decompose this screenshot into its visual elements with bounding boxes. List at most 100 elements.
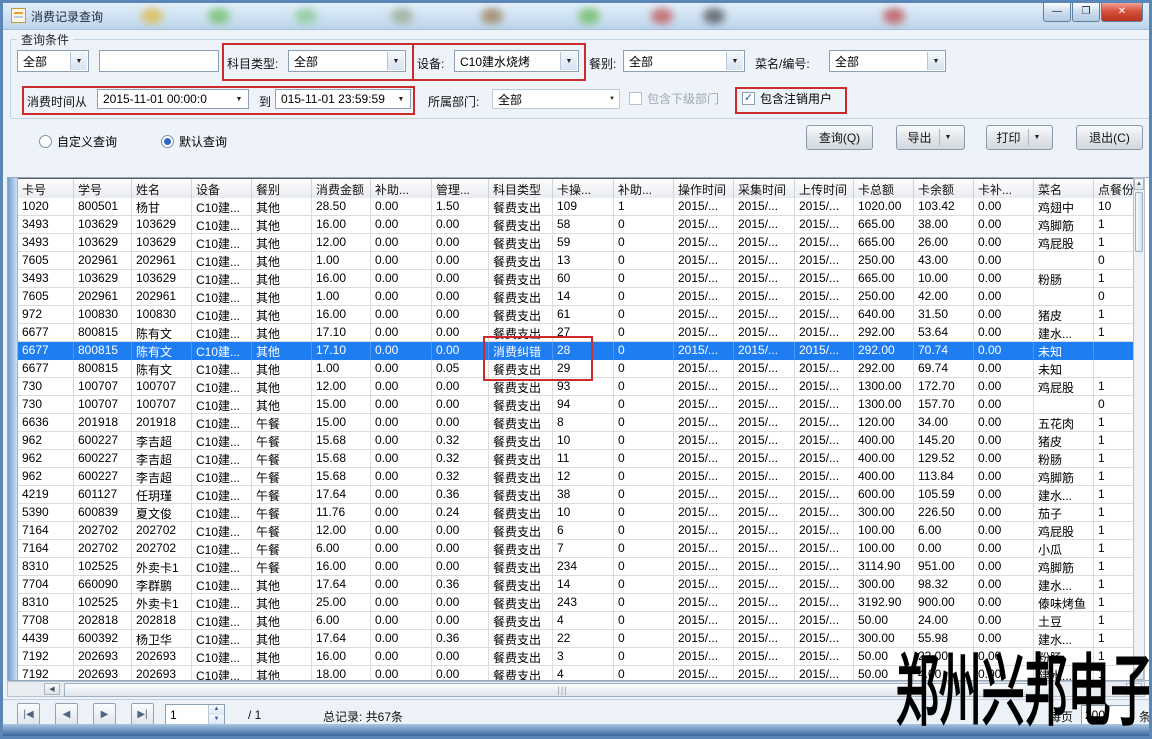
column-header[interactable]: 餐别 bbox=[252, 179, 312, 199]
radio-default-query[interactable]: 默认查询 bbox=[161, 133, 227, 150]
table-row[interactable]: 7708202818202818C10建...其他6.000.000.00餐费支… bbox=[18, 612, 1142, 630]
table-cell: 其他 bbox=[252, 270, 312, 288]
column-header[interactable]: 姓名 bbox=[132, 179, 192, 199]
per-page-input[interactable] bbox=[1081, 705, 1131, 725]
next-page-button[interactable]: ▶ bbox=[93, 703, 116, 726]
table-row[interactable]: 962600227李吉超C10建...午餐15.680.000.32餐费支出11… bbox=[18, 450, 1142, 468]
column-header[interactable]: 补助... bbox=[614, 179, 674, 199]
meal-select[interactable]: 全部 ▼ bbox=[623, 50, 745, 72]
table-row[interactable]: 8310102525外卖卡1C10建...其他25.000.000.00餐费支出… bbox=[18, 594, 1142, 612]
check-icon[interactable]: ✓ bbox=[742, 92, 755, 105]
table-row[interactable]: 7605202961202961C10建...其他1.000.000.00餐费支… bbox=[18, 252, 1142, 270]
table-row[interactable]: 730100707100707C10建...其他12.000.000.00餐费支… bbox=[18, 378, 1142, 396]
table-row[interactable]: 6677800815陈有文C10建...其他1.000.000.05餐费支出29… bbox=[18, 360, 1142, 378]
table-row[interactable]: 6677800815陈有文C10建...其他17.100.000.00餐费支出2… bbox=[18, 324, 1142, 342]
chevron-down-icon[interactable]: ▼ bbox=[70, 52, 87, 70]
table-cell: 0.00 bbox=[371, 396, 432, 414]
chevron-down-icon[interactable]: ▼ bbox=[606, 91, 618, 107]
exit-button[interactable]: 退出(C) bbox=[1076, 125, 1143, 150]
vertical-scroll-thumb[interactable] bbox=[1135, 192, 1143, 252]
column-header[interactable]: 管理... bbox=[432, 179, 489, 199]
table-row[interactable]: 3493103629103629C10建...其他16.000.000.00餐费… bbox=[18, 270, 1142, 288]
radio-icon[interactable] bbox=[39, 135, 52, 148]
page-number-input[interactable]: 1 ▲ ▼ bbox=[165, 704, 225, 726]
chevron-down-icon[interactable]: ▼ bbox=[945, 134, 954, 141]
column-header[interactable]: 学号 bbox=[74, 179, 132, 199]
chevron-down-icon[interactable]: ▼ bbox=[726, 52, 743, 70]
column-header[interactable]: 卡号 bbox=[18, 179, 74, 199]
column-header[interactable]: 菜名 bbox=[1034, 179, 1094, 199]
chevron-down-icon[interactable]: ▼ bbox=[393, 91, 409, 107]
maximize-button[interactable]: ❐ bbox=[1072, 3, 1100, 22]
include-cancelled-checkbox[interactable]: ✓ 包含注销用户 bbox=[742, 90, 832, 107]
table-cell: 午餐 bbox=[252, 486, 312, 504]
table-row[interactable]: 7605202961202961C10建...其他1.000.000.00餐费支… bbox=[18, 288, 1142, 306]
horizontal-scroll-thumb[interactable]: ||| bbox=[64, 683, 1051, 697]
table-row[interactable]: 972100830100830C10建...其他16.000.000.00餐费支… bbox=[18, 306, 1142, 324]
checkbox-icon[interactable] bbox=[629, 92, 642, 105]
column-header[interactable]: 卡总额 bbox=[854, 179, 914, 199]
horizontal-scrollbar[interactable]: ◀ ||| ▶ bbox=[7, 681, 1145, 697]
last-page-button[interactable]: ▶| bbox=[131, 703, 154, 726]
column-header[interactable]: 消费金额 bbox=[312, 179, 371, 199]
column-header[interactable]: 卡操... bbox=[553, 179, 614, 199]
chevron-down-icon[interactable]: ▼ bbox=[1034, 134, 1043, 141]
table-row[interactable]: 7164202702202702C10建...午餐6.000.000.00餐费支… bbox=[18, 540, 1142, 558]
table-row[interactable]: 4219601127任玥瑾C10建...午餐17.640.000.36餐费支出3… bbox=[18, 486, 1142, 504]
column-header[interactable]: 补助... bbox=[371, 179, 432, 199]
table-row[interactable]: 3493103629103629C10建...其他16.000.000.00餐费… bbox=[18, 216, 1142, 234]
column-header[interactable]: 采集时间 bbox=[734, 179, 795, 199]
table-row[interactable]: 6636201918201918C10建...午餐15.000.000.00餐费… bbox=[18, 414, 1142, 432]
chevron-down-icon[interactable]: ▼ bbox=[231, 91, 247, 107]
column-header[interactable]: 设备 bbox=[192, 179, 252, 199]
vertical-scrollbar[interactable]: ▲ ▼ bbox=[1133, 177, 1145, 681]
radio-selected-icon[interactable] bbox=[161, 135, 174, 148]
table-row[interactable]: 3493103629103629C10建...其他12.000.000.00餐费… bbox=[18, 234, 1142, 252]
table-row[interactable]: 7704660090李群鹏C10建...其他17.640.000.36餐费支出1… bbox=[18, 576, 1142, 594]
time-from-select[interactable]: 2015-11-01 00:00:0 ▼ bbox=[97, 89, 249, 109]
filter-type-select[interactable]: 全部 ▼ bbox=[17, 50, 89, 72]
department-select[interactable]: 全部 ▼ bbox=[492, 89, 620, 109]
dish-select[interactable]: 全部 ▼ bbox=[829, 50, 946, 72]
export-button[interactable]: 导出 ▼ bbox=[896, 125, 965, 150]
scroll-right-icon[interactable]: ▶ bbox=[1126, 683, 1142, 695]
table-row[interactable]: 7164202702202702C10建...午餐12.000.000.00餐费… bbox=[18, 522, 1142, 540]
include-sub-dept-checkbox[interactable]: 包含下级部门 bbox=[629, 90, 719, 107]
print-button[interactable]: 打印 ▼ bbox=[986, 125, 1053, 150]
subject-type-select[interactable]: 全部 ▼ bbox=[288, 50, 406, 72]
column-header[interactable]: 卡补... bbox=[974, 179, 1034, 199]
close-button[interactable]: ✕ bbox=[1101, 3, 1143, 22]
chevron-down-icon[interactable]: ▼ bbox=[927, 52, 944, 70]
first-page-button[interactable]: |◀ bbox=[17, 703, 40, 726]
minimize-button[interactable]: — bbox=[1043, 3, 1071, 22]
device-select[interactable]: C10建水烧烤 ▼ bbox=[454, 50, 579, 72]
column-header[interactable]: 科目类型 bbox=[489, 179, 553, 199]
radio-custom-query[interactable]: 自定义查询 bbox=[39, 133, 117, 150]
query-button[interactable]: 查询(Q) bbox=[806, 125, 873, 150]
prev-page-button[interactable]: ◀ bbox=[55, 703, 78, 726]
chevron-down-icon[interactable]: ▼ bbox=[560, 52, 577, 70]
table-cell: 7704 bbox=[18, 576, 74, 594]
spinner-up-icon[interactable]: ▲ bbox=[209, 705, 224, 715]
table-row[interactable]: 8310102525外卖卡1C10建...午餐16.000.000.00餐费支出… bbox=[18, 558, 1142, 576]
table-row[interactable]: 4439600392杨卫华C10建...其他17.640.000.36餐费支出2… bbox=[18, 630, 1142, 648]
scroll-left-icon[interactable]: ◀ bbox=[44, 683, 60, 695]
filter-text-input[interactable] bbox=[99, 50, 219, 72]
time-to-select[interactable]: 015-11-01 23:59:59 ▼ bbox=[275, 89, 411, 109]
table-row[interactable]: 962600227李吉超C10建...午餐15.680.000.32餐费支出10… bbox=[18, 432, 1142, 450]
table-row[interactable]: 1020800501杨甘C10建...其他28.500.001.50餐费支出10… bbox=[18, 198, 1142, 216]
title-bar[interactable]: 消费记录查询 — ❐ ✕ bbox=[3, 3, 1149, 30]
table-row[interactable]: 7192202693202693C10建...其他16.000.000.00餐费… bbox=[18, 648, 1142, 666]
table-row[interactable]: 730100707100707C10建...其他15.000.000.00餐费支… bbox=[18, 396, 1142, 414]
table-row[interactable]: 7192202693202693C10建...其他18.000.000.00餐费… bbox=[18, 666, 1142, 680]
table-row[interactable]: 6677800815陈有文C10建...其他17.100.000.00消费纠错2… bbox=[18, 342, 1142, 360]
column-header[interactable]: 上传时间 bbox=[795, 179, 854, 199]
chevron-down-icon[interactable]: ▼ bbox=[387, 52, 404, 70]
scroll-down-icon[interactable]: ▼ bbox=[1134, 668, 1144, 680]
scroll-up-icon[interactable]: ▲ bbox=[1134, 178, 1144, 190]
table-row[interactable]: 5390600839夏文俊C10建...午餐11.760.000.24餐费支出1… bbox=[18, 504, 1142, 522]
table-cell: C10建... bbox=[192, 612, 252, 630]
column-header[interactable]: 卡余额 bbox=[914, 179, 974, 199]
column-header[interactable]: 操作时间 bbox=[674, 179, 734, 199]
table-row[interactable]: 962600227李吉超C10建...午餐15.680.000.32餐费支出12… bbox=[18, 468, 1142, 486]
